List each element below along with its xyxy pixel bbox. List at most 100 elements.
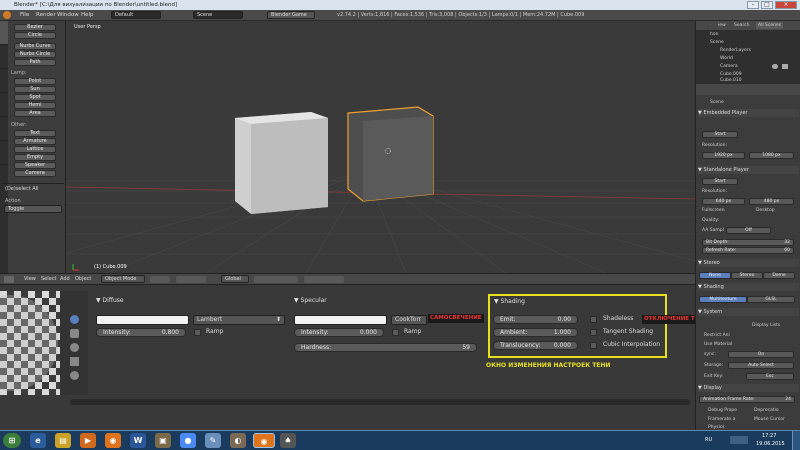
embedded-start-button[interactable]: Start (702, 131, 738, 138)
embedded-player-header[interactable]: ▼ Embedded Player (698, 109, 799, 117)
clock-time[interactable]: 17:27 (762, 433, 776, 439)
specular-ramp-checkbox[interactable] (392, 329, 399, 336)
sphere-preview-icon[interactable] (70, 315, 79, 324)
3d-viewport[interactable]: User Persp (1) Cube.009 (66, 21, 695, 273)
engine-select[interactable]: Blender Game (267, 11, 315, 19)
exit-key-field[interactable]: Esc (746, 373, 794, 380)
tool-lattice[interactable]: Lattice (14, 146, 56, 153)
res-y-field[interactable]: 1080 px (749, 152, 794, 159)
media-player-icon[interactable]: ▶ (80, 433, 96, 448)
mode-select[interactable]: Object Mode (101, 275, 145, 283)
res-x-field-2[interactable]: 640 px (702, 198, 745, 205)
frame-rate-field[interactable]: Animation Frame Rate: 24 (699, 396, 795, 403)
blender-icon[interactable]: ◉ (105, 433, 121, 448)
maximize-button[interactable]: □ (761, 1, 773, 9)
diffuse-shader-select[interactable]: Lambert ⬍ (193, 315, 285, 325)
translucency-slider[interactable]: Translucency: 0.000 (493, 341, 578, 350)
fullscreen-label[interactable]: Fullscreen (702, 207, 725, 214)
layout-select[interactable]: Default (111, 11, 161, 19)
desktop-label[interactable]: Desktop (756, 207, 775, 214)
tangent-shading-checkbox[interactable] (590, 329, 597, 336)
snap-tools[interactable] (304, 276, 344, 283)
action-select[interactable]: Toggle (4, 205, 62, 213)
eye-icon[interactable] (772, 64, 778, 69)
outliner-scene[interactable]: Scene (710, 39, 724, 46)
chrome-icon[interactable]: ● (180, 433, 196, 448)
stereo-header[interactable]: ▼ Stereo (698, 259, 799, 267)
files-icon[interactable]: ▣ (155, 433, 171, 448)
menu-window[interactable]: Window (57, 11, 79, 20)
diffuse-intensity-slider[interactable]: Intensity: 0.800 (96, 328, 186, 337)
specular-shader-select[interactable]: CookTorr (391, 315, 427, 325)
menu-view[interactable]: View (24, 275, 36, 284)
word-icon[interactable]: W (130, 433, 146, 448)
refresh-rate-field[interactable]: Refresh Rate: 60 (702, 247, 794, 254)
menu-render[interactable]: Render (36, 11, 56, 20)
outliner-tab-all-scenes[interactable]: All Scenes (756, 22, 784, 29)
debug-props-label[interactable]: Debug Prope (708, 407, 737, 414)
outliner-tab-view[interactable]: iew (718, 22, 726, 29)
res-x-field[interactable]: 1920 px (702, 152, 745, 159)
start-button-icon[interactable]: ⊞ (3, 433, 21, 448)
tool-sun[interactable]: Sun (14, 86, 56, 93)
layer-buttons[interactable] (254, 276, 298, 283)
editor-type-icon[interactable] (4, 276, 14, 283)
outliner-camera[interactable]: Camera (720, 63, 738, 70)
emit-slider[interactable]: Emit: 0.00 (493, 315, 578, 324)
tool-speaker[interactable]: Speaker (14, 162, 56, 169)
explorer-icon[interactable]: ▤ (55, 433, 71, 448)
paint-icon[interactable]: ✎ (205, 433, 221, 448)
bit-depth-field[interactable]: Bit Depth: 32 (702, 239, 794, 246)
outliner-cube-010[interactable]: Cube.010 (720, 77, 742, 84)
hardness-slider[interactable]: Hardness: 59 (294, 343, 477, 352)
sky-preview-icon[interactable] (70, 371, 79, 380)
tool-armature[interactable]: Armature (14, 138, 56, 145)
stereo-dome-button[interactable]: Dome (763, 272, 795, 279)
ambient-slider[interactable]: Ambient: 1.000 (493, 328, 578, 337)
blender-logo-icon[interactable] (3, 11, 11, 19)
specular-panel-header[interactable]: ▼ Specular (294, 296, 327, 305)
tool-empty[interactable]: Empty (14, 154, 56, 161)
tool-point[interactable]: Point (14, 78, 56, 85)
diffuse-color-swatch[interactable] (96, 315, 189, 325)
storage-select[interactable]: Auto Select (728, 362, 794, 369)
restrict-label[interactable]: Restrict Ani (704, 332, 730, 339)
stereo-stereo-button[interactable]: Stereo (731, 272, 763, 279)
system-header[interactable]: ▼ System (698, 308, 799, 316)
show-desktop-button[interactable] (792, 431, 800, 450)
specular-color-swatch[interactable] (294, 315, 387, 325)
orientation-select[interactable]: Global (221, 275, 249, 283)
tool-bezier[interactable]: Bezier (14, 24, 56, 31)
blender-active-icon[interactable]: ◉ (253, 433, 275, 448)
display-header[interactable]: ▼ Display (698, 384, 799, 392)
standalone-player-header[interactable]: ▼ Standalone Player (698, 166, 799, 174)
tool-nurbs-curve[interactable]: Nurbs Curve (14, 43, 56, 50)
use-material-label[interactable]: Use Material (704, 341, 732, 348)
sync-select[interactable]: On (728, 351, 794, 358)
tool-text[interactable]: Text (14, 130, 56, 137)
glsl-button[interactable]: GLSL (747, 296, 795, 303)
cursor-icon[interactable] (782, 64, 788, 69)
outliner-renderlayers[interactable]: RenderLayers (720, 47, 751, 54)
display-lists-label[interactable]: Display Lists (752, 322, 780, 329)
tool-area[interactable]: Area (14, 110, 56, 117)
multitexture-button[interactable]: Multitexture (699, 296, 747, 303)
tool-nurbs-circle[interactable]: Nurbs Circle (14, 51, 56, 58)
gimp-icon[interactable]: ◐ (230, 433, 246, 448)
hair-preview-icon[interactable] (70, 357, 79, 366)
tool-path[interactable]: Path (14, 59, 56, 66)
pivot-manipulator-icon[interactable] (176, 276, 206, 283)
menu-help[interactable]: Help (81, 11, 94, 20)
deprecation-label[interactable]: Deprecatio (754, 407, 779, 414)
cube-preview-icon[interactable] (70, 329, 79, 338)
shadeless-checkbox[interactable] (590, 316, 597, 323)
standalone-start-button[interactable]: Start (702, 178, 738, 185)
res-y-field-2[interactable]: 480 px (749, 198, 794, 205)
shading-mode-icon[interactable] (150, 276, 170, 283)
stereo-none-button[interactable]: None (699, 272, 731, 279)
tool-circle[interactable]: Circle (14, 32, 56, 39)
cubic-interpolation-checkbox[interactable] (590, 342, 597, 349)
menu-add[interactable]: Add (60, 275, 70, 284)
menu-file[interactable]: File (20, 11, 29, 20)
tool-spot[interactable]: Spot (14, 94, 56, 101)
